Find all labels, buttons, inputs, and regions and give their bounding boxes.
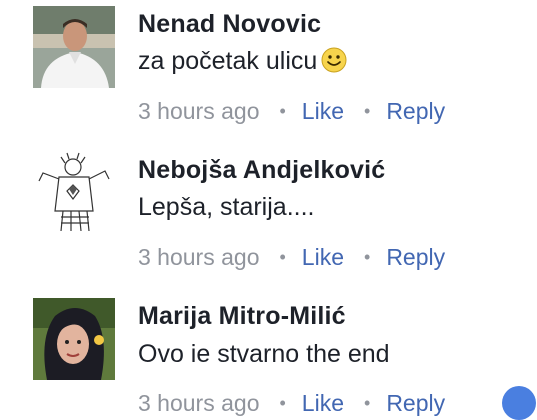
- comment-timestamp[interactable]: 3 hours ago: [138, 98, 259, 125]
- separator-dot: •: [279, 393, 286, 413]
- like-link[interactable]: Like: [302, 98, 344, 125]
- comment-text: Lepša, starija....: [138, 193, 315, 221]
- reply-link[interactable]: Reply: [386, 98, 445, 125]
- floating-action-button[interactable]: [502, 386, 536, 420]
- comment-timestamp[interactable]: 3 hours ago: [138, 390, 259, 417]
- separator-dot: •: [279, 101, 286, 121]
- comment-timestamp[interactable]: 3 hours ago: [138, 244, 259, 271]
- reply-link[interactable]: Reply: [386, 390, 445, 417]
- comment-author[interactable]: Nenad Novovic: [138, 10, 321, 39]
- separator-dot: •: [279, 247, 286, 267]
- separator-dot: •: [364, 393, 371, 413]
- comment-author[interactable]: Marija Mitro-Milić: [138, 302, 346, 331]
- separator-dot: •: [364, 101, 371, 121]
- like-link[interactable]: Like: [302, 244, 344, 271]
- reply-link[interactable]: Reply: [386, 244, 445, 271]
- comment-author[interactable]: Nebojša Andjelković: [138, 156, 385, 185]
- comment-text-body: za početak ulicu: [138, 47, 318, 75]
- comment-meta: 3 hours ago • Like • Reply: [138, 244, 445, 271]
- avatar[interactable]: [33, 151, 115, 233]
- comment-text: Ovo ie stvarno the end: [138, 340, 390, 368]
- avatar[interactable]: [33, 298, 115, 380]
- comment-meta: 3 hours ago • Like • Reply: [138, 390, 445, 417]
- comment-text: za početak ulicu: [138, 47, 347, 80]
- like-link[interactable]: Like: [302, 390, 344, 417]
- comment-meta: 3 hours ago • Like • Reply: [138, 98, 445, 125]
- smile-emoji-icon: [321, 47, 347, 80]
- separator-dot: •: [364, 247, 371, 267]
- avatar[interactable]: [33, 6, 115, 88]
